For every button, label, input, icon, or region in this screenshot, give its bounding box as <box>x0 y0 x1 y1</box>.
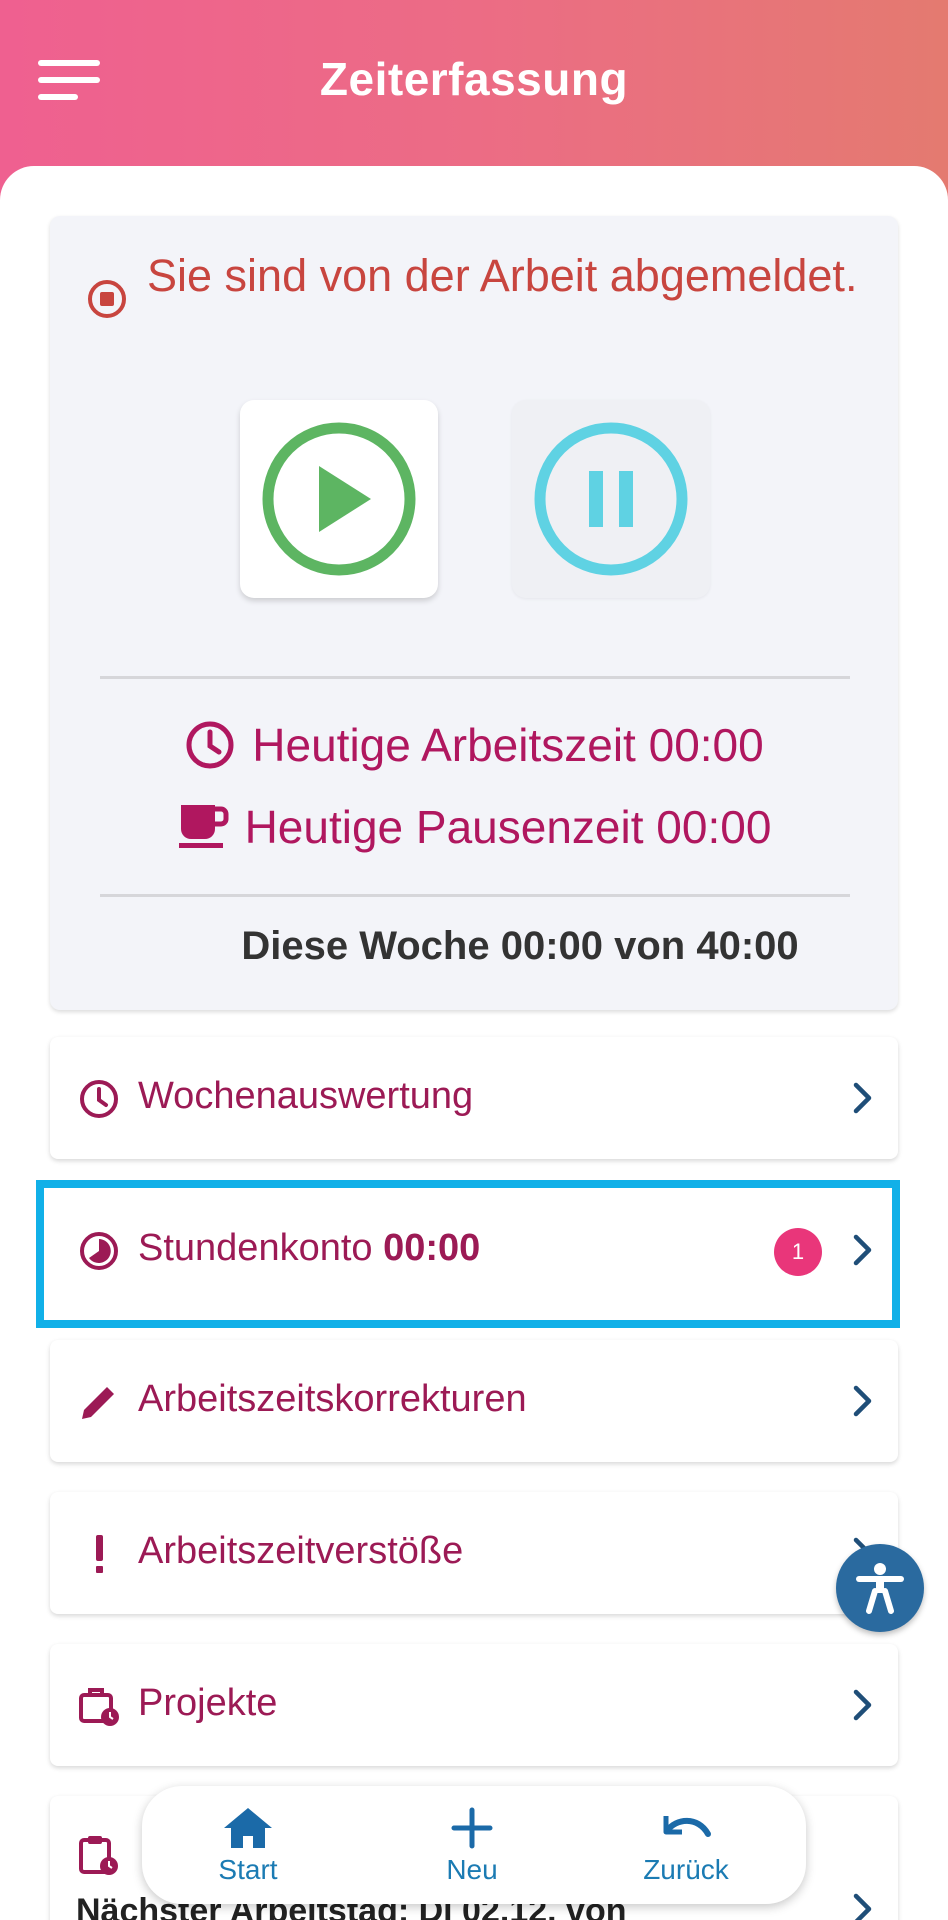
bottom-navigation: Start Neu Zurück <box>142 1786 806 1904</box>
coffee-cup-icon <box>178 805 229 848</box>
pause-time-row: Heutige Pausenzeit 00:00 <box>50 800 898 854</box>
page-title: Zeiterfassung <box>319 53 629 105</box>
nav-back-label: Zurück <box>643 1854 729 1885</box>
status-message: Sie sind von der Arbeit abgemeldet. <box>147 250 858 301</box>
work-time-row: Heutige Arbeitszeit 00:00 <box>50 718 898 772</box>
nav-start-label: Start <box>218 1854 278 1885</box>
menu-item-arbeitszeitverstoesse[interactable]: Arbeitszeitverstöße <box>50 1492 898 1614</box>
exclamation-icon <box>96 1535 103 1573</box>
start-work-button[interactable] <box>240 400 438 598</box>
menu-item-arbeitszeitskorrekturen[interactable]: Arbeitszeitskorrekturen <box>50 1340 898 1462</box>
menu-item-label: Wochenauswertung <box>138 1075 474 1117</box>
accessibility-button[interactable] <box>836 1544 924 1632</box>
home-icon <box>224 1808 272 1848</box>
work-time-label: Heutige Arbeitszeit 00:00 <box>252 719 764 771</box>
nav-start[interactable]: Start <box>168 1806 328 1886</box>
pause-button[interactable] <box>512 400 710 598</box>
week-summary: Diese Woche 00:00 von 40:00 <box>241 924 799 968</box>
stop-circle-icon <box>88 280 126 318</box>
chevron-right-icon <box>853 1385 872 1417</box>
pencil-icon <box>82 1387 114 1419</box>
divider <box>100 676 850 679</box>
nav-new-label: Neu <box>446 1854 498 1885</box>
highlight-frame <box>36 1180 900 1328</box>
clipboard-clock-icon <box>79 1836 118 1875</box>
menu-item-label: Arbeitszeitverstöße <box>138 1530 464 1572</box>
clock-icon <box>80 1080 118 1118</box>
briefcase-clock-icon <box>79 1688 119 1726</box>
clock-icon <box>186 721 234 769</box>
plus-icon <box>451 1807 493 1849</box>
chevron-right-icon <box>853 1082 872 1114</box>
status-card: Sie sind von der Arbeit abgemeldet. Heut… <box>50 216 898 1010</box>
chevron-right-icon <box>853 1689 872 1721</box>
undo-icon <box>663 1816 711 1837</box>
pause-time-label: Heutige Pausenzeit 00:00 <box>244 801 772 853</box>
accessibility-icon <box>856 1563 904 1614</box>
menu-item-projekte[interactable]: Projekte <box>50 1644 898 1766</box>
play-icon <box>262 422 416 576</box>
divider <box>100 894 850 897</box>
menu-item-label: Arbeitszeitskorrekturen <box>138 1378 527 1420</box>
chevron-right-icon <box>853 1893 872 1920</box>
nav-new[interactable]: Neu <box>392 1806 552 1886</box>
nav-back[interactable]: Zurück <box>606 1806 766 1886</box>
pause-icon <box>534 422 688 576</box>
menu-item-wochenauswertung[interactable]: Wochenauswertung <box>50 1037 898 1159</box>
menu-item-label: Projekte <box>138 1682 278 1724</box>
